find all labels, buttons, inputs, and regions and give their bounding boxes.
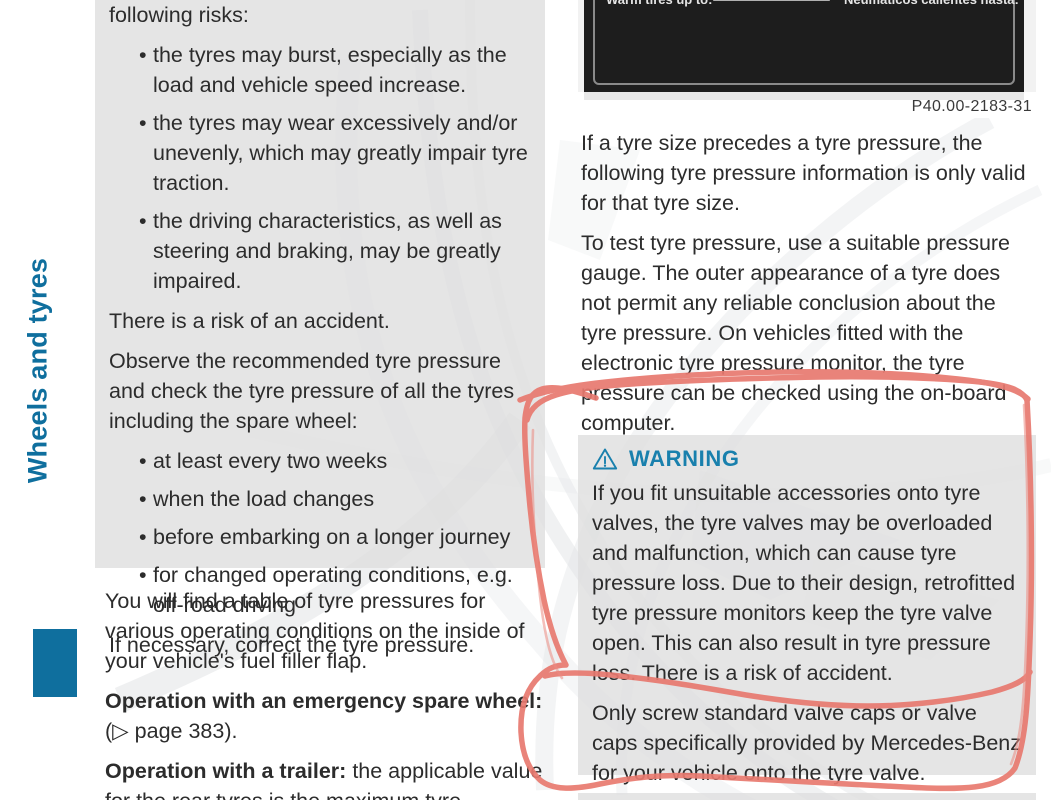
bullet-dot-icon: • [139,449,147,473]
list-item-label: before embarking on a longer journey [153,525,511,549]
spare-wheel-label: Operation with an emergency spare wheel: [105,689,543,713]
figure-caption: P40.00-2183-31 [911,98,1032,115]
list-item: • when the load changes [139,484,533,514]
left-body-text-after-panel: You will find a table of tyre pressures … [105,586,545,800]
list-item-label: the tyres may wear excessively and/or un… [153,111,528,195]
right-text-column: 215/45 R17 215/40 R18 Warme Reifen: Warm… [578,0,1036,800]
chapter-thumb-marker [33,629,77,697]
warning-box: WARNING If you fit unsuitable accessorie… [578,435,1036,785]
tyre-placard-figure: 215/45 R17 215/40 R18 Warme Reifen: Warm… [578,0,1036,118]
list-item: • the tyres may burst, especially as the… [139,40,533,100]
list-item-label: the driving characteristics, as well as … [153,209,502,293]
trailer-label: Operation with a trailer: [105,759,347,783]
list-item: • before embarking on a longer journey [139,522,533,552]
risk-bullet-list: • the tyres may burst, especially as the… [109,40,533,296]
warning-title: WARNING [629,446,740,471]
list-item: • the tyres may wear excessively and/or … [139,108,533,198]
bullet-dot-icon: • [139,487,147,511]
observe-paragraph: Observe the recommended tyre pressure an… [109,349,515,433]
list-item: • at least every two weeks [139,446,533,476]
bullet-dot-icon: • [139,111,147,135]
spare-wheel-paragraph: Operation with an emergency spare wheel:… [105,686,545,746]
truncated-intro-line: following risks: [109,3,249,27]
left-warning-panel: following risks: • the tyres may burst, … [95,0,545,657]
bullet-dot-icon: • [139,525,147,549]
chapter-sidebar: Wheels and tyres [0,0,95,800]
pressure-table-paragraph: You will find a table of tyre pressures … [105,589,525,673]
list-item: • the driving characteristics, as well a… [139,206,533,296]
right-intro-paragraphs: If a tyre size precedes a tyre pressure,… [581,128,1036,438]
list-item-label: when the load changes [153,487,375,511]
risk-conclusion: There is a risk of an accident. [109,309,390,333]
warning-body-2: Only screw standard valve caps or valve … [592,701,1022,785]
chapter-title-vertical: Wheels and tyres [22,257,53,484]
bullet-dot-icon: • [139,43,147,67]
left-text-column: following risks: • the tyres may burst, … [95,0,550,800]
spare-wheel-page-ref[interactable]: (▷ page 383). [105,719,237,743]
test-tyre-pressure-paragraph: To test tyre pressure, use a suitable pr… [581,231,1011,435]
next-panel-top-edge [578,793,1036,800]
warning-triangle-icon [592,448,618,470]
warning-header: WARNING [592,446,1022,472]
document-page: Wheels and tyres following risks: • the … [0,0,1051,800]
warning-body-1: If you fit unsuitable accessories onto t… [592,481,1016,685]
bullet-dot-icon: • [139,209,147,233]
list-item-label: at least every two weeks [153,449,388,473]
warm-tyres-es: Neumáticos calientes hasta: [844,0,1019,7]
list-item-label: the tyres may burst, especially as the l… [153,43,507,97]
trailer-paragraph: Operation with a trailer: the applicable… [105,756,545,800]
warm-tyres-en: Warm tires up to: [606,0,712,7]
tyre-size-precedes-paragraph: If a tyre size precedes a tyre pressure,… [581,131,1026,215]
